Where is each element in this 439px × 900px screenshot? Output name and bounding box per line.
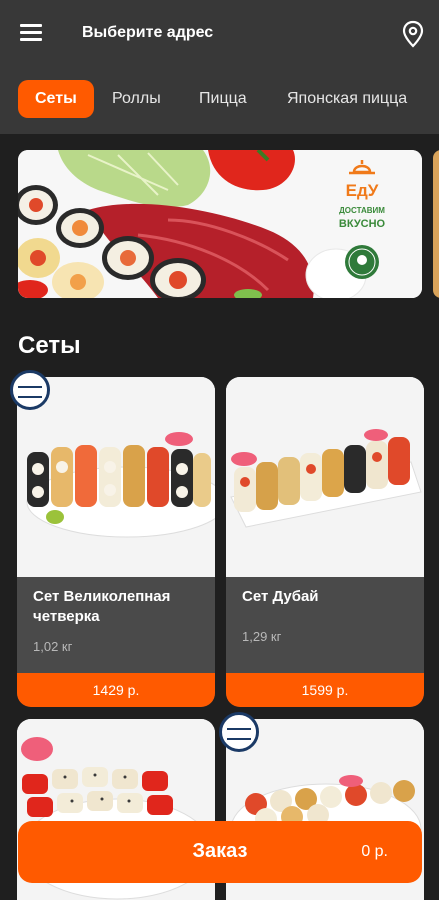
order-button[interactable]: Заказ 0 р. [18, 821, 422, 883]
hamburger-icon[interactable] [20, 22, 44, 44]
section-title: Сеты [18, 332, 81, 359]
app-header: Выберите адрес Сеты Роллы Пицца Японская… [0, 0, 439, 134]
map-pin-icon[interactable] [400, 20, 426, 48]
product-image [17, 377, 215, 577]
tab-rolls[interactable]: Роллы [112, 80, 161, 118]
tab-sets[interactable]: Сеты [18, 80, 94, 118]
quality-badge-icon [10, 370, 50, 410]
svg-text:ЕдУ: ЕдУ [346, 181, 379, 200]
next-banner-preview[interactable] [433, 150, 439, 298]
promo-banner[interactable]: ЕдУ ДОСТАВИМ ВКУСНО [18, 150, 422, 298]
product-card[interactable]: Сет Великолепная четверка 1,02 кг 1429 р… [17, 377, 215, 707]
add-to-cart-price-button[interactable]: 1429 р. [17, 673, 215, 707]
product-weight: 1,02 кг [33, 639, 73, 654]
promo-banner-image: ЕдУ ДОСТАВИМ ВКУСНО [18, 150, 422, 298]
add-to-cart-price-button[interactable]: 1599 р. [226, 673, 424, 707]
category-tabs: Сеты Роллы Пицца Японская пицца [0, 78, 439, 120]
product-card[interactable]: Сет Дубай 1,29 кг 1599 р. [226, 377, 424, 707]
order-total: 0 р. [361, 843, 388, 860]
product-name: Сет Великолепная четверка [33, 588, 171, 625]
quality-badge-icon [219, 712, 259, 752]
product-name: Сет Дубай [242, 588, 319, 605]
svg-text:ДОСТАВИМ: ДОСТАВИМ [339, 206, 385, 215]
product-weight: 1,29 кг [242, 629, 282, 644]
tab-pizza[interactable]: Пицца [199, 80, 247, 118]
tab-japanese-pizza[interactable]: Японская пицца [287, 80, 407, 118]
address-selector[interactable]: Выберите адрес [82, 24, 213, 42]
product-image [226, 377, 424, 577]
svg-text:ВКУСНО: ВКУСНО [339, 218, 386, 230]
